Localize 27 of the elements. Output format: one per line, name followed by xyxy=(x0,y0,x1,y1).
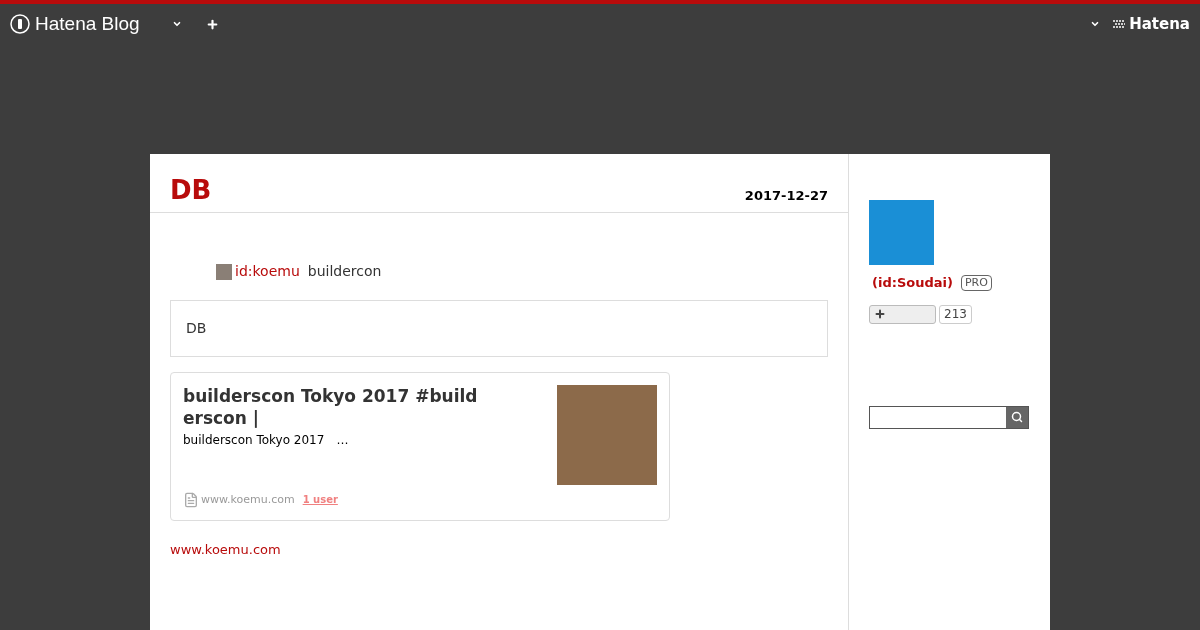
embed-description: builderscon Tokyo 2017 … xyxy=(183,432,350,449)
author-link[interactable]: id:koemu xyxy=(235,261,300,282)
caret-icon[interactable] xyxy=(171,19,182,29)
add-icon[interactable] xyxy=(205,17,219,31)
blockquote: DB xyxy=(170,300,828,357)
author-text: buildercon xyxy=(307,262,382,281)
profile-avatar xyxy=(869,200,934,265)
entry-date: 2017-12-27 xyxy=(744,186,828,205)
caret-icon[interactable] xyxy=(1090,19,1101,29)
pro-badge: PRO xyxy=(960,274,992,291)
star-count: 213 xyxy=(939,304,972,324)
avatar-icon xyxy=(216,263,232,280)
logo-link[interactable]: Hatena Blog xyxy=(35,9,140,39)
hatena-mark-icon xyxy=(1112,18,1127,30)
bottle-logo-icon xyxy=(10,14,30,34)
search-icon[interactable] xyxy=(1011,411,1023,423)
source-link[interactable]: www.koemu.com xyxy=(170,540,828,560)
entry-title[interactable]: DB xyxy=(170,174,212,206)
search-field[interactable] xyxy=(869,405,1029,429)
star-add-button[interactable] xyxy=(869,304,936,324)
add-icon xyxy=(874,308,886,320)
document-icon xyxy=(183,491,199,508)
embed-site: www.koemu.com xyxy=(201,491,295,508)
embed-card[interactable]: builderscon Tokyo 2017 #builderscon | builderscon Tokyo 2017 … www.koemu.com 1 user xyxy=(170,372,670,521)
embed-title[interactable]: builderscon Tokyo 2017 #builderscon | xyxy=(183,385,488,429)
profile-id-link[interactable]: (id:Soudai) xyxy=(872,273,953,293)
hatena-logo-link[interactable]: Hatena xyxy=(1129,12,1190,36)
